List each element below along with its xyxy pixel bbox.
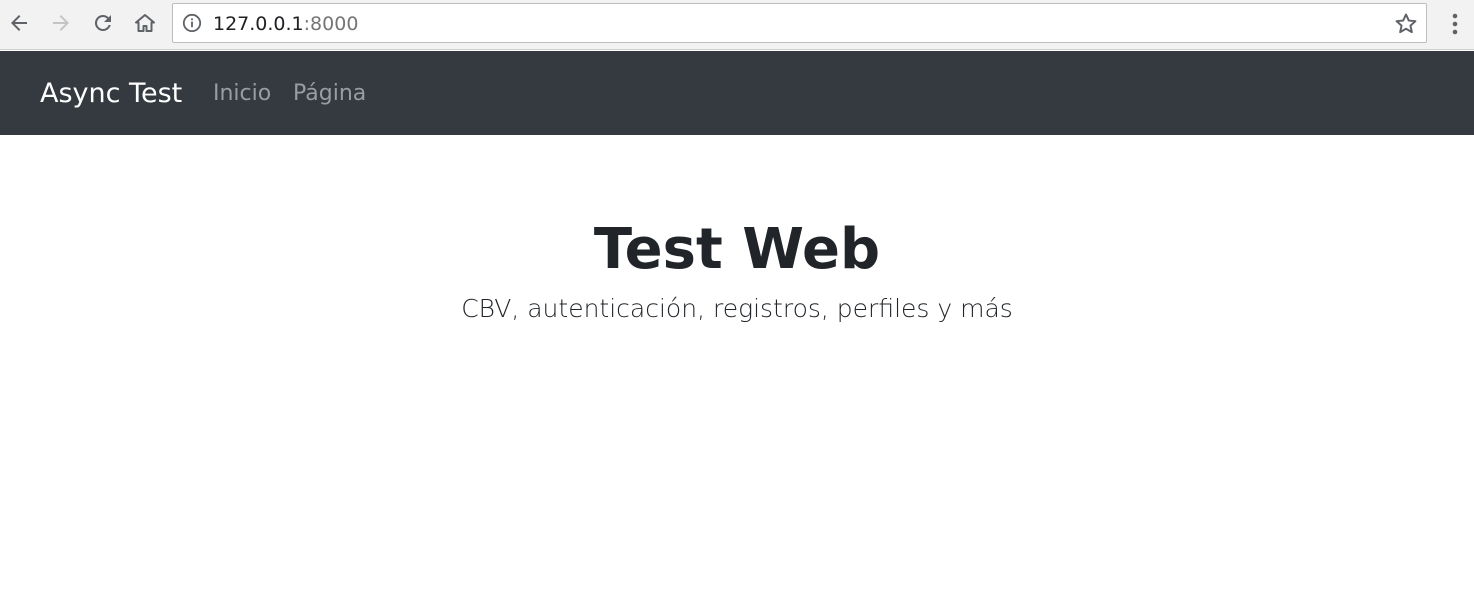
back-button[interactable] bbox=[3, 7, 35, 39]
forward-button[interactable] bbox=[45, 7, 77, 39]
forward-arrow-icon bbox=[53, 15, 69, 31]
page-subtitle: CBV, autenticación, registros, perfiles … bbox=[461, 294, 1013, 323]
reload-icon bbox=[94, 14, 111, 31]
address-bar[interactable]: 127.0.0.1:8000 bbox=[172, 3, 1427, 43]
back-arrow-icon bbox=[11, 15, 27, 31]
url-host: 127.0.0.1 bbox=[213, 13, 304, 35]
home-icon bbox=[135, 14, 155, 32]
url-port: :8000 bbox=[303, 13, 359, 35]
navbar-brand[interactable]: Async Test bbox=[40, 77, 182, 111]
url-text[interactable]: 127.0.0.1:8000 bbox=[213, 12, 358, 36]
hero: Test Web CBV, autenticación, registros, … bbox=[0, 210, 1474, 326]
home-button[interactable] bbox=[129, 7, 161, 39]
navbar: Async Test Inicio Página bbox=[0, 51, 1474, 135]
reload-button[interactable] bbox=[87, 7, 119, 39]
nav-link-inicio[interactable]: Inicio bbox=[213, 79, 271, 109]
more-vert-icon[interactable] bbox=[1443, 9, 1467, 39]
nav-link-pagina[interactable]: Página bbox=[293, 79, 366, 109]
browser-toolbar: 127.0.0.1:8000 bbox=[0, 0, 1474, 50]
star-icon[interactable] bbox=[1393, 11, 1419, 37]
page-title: Test Web bbox=[593, 217, 881, 282]
info-icon[interactable] bbox=[182, 13, 202, 33]
